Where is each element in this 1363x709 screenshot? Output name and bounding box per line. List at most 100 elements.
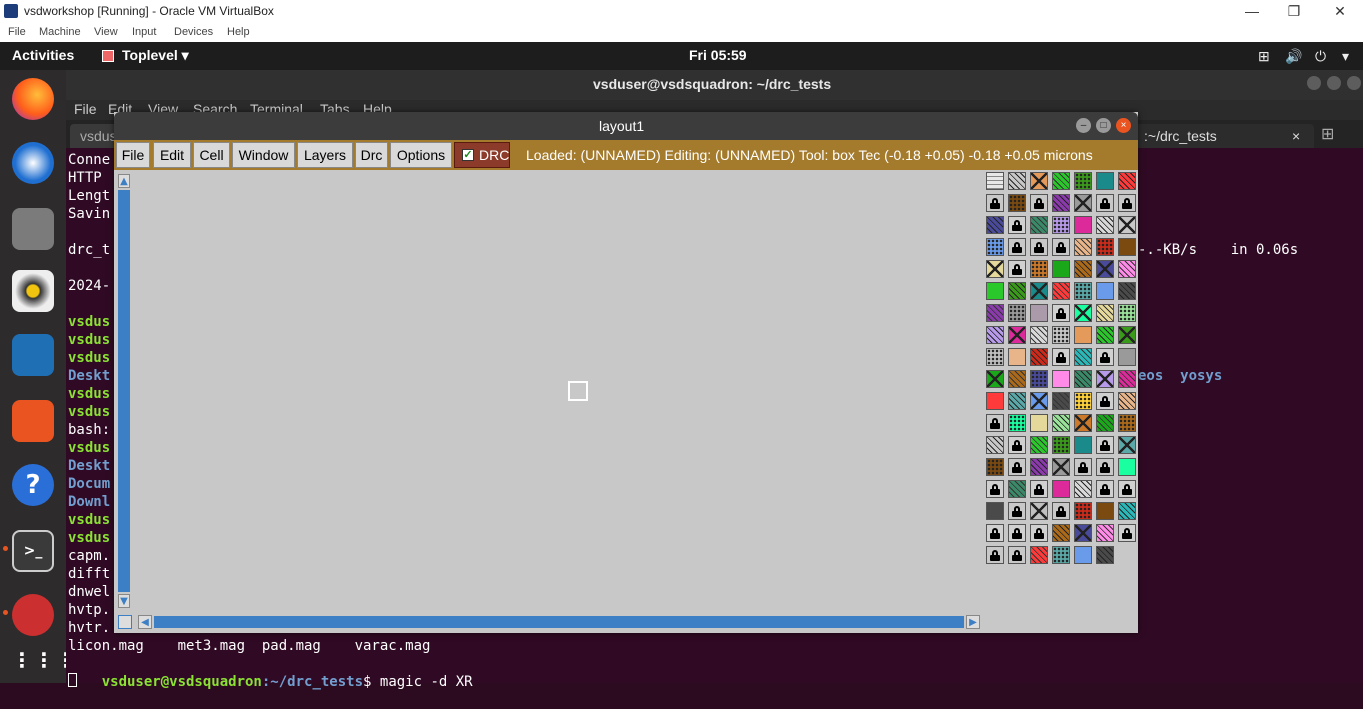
minimize-icon[interactable]: – (1076, 118, 1091, 133)
layer-swatch[interactable] (1052, 414, 1070, 432)
horizontal-scrollbar[interactable]: ◀ ▶ (116, 613, 982, 631)
stop-icon[interactable] (12, 594, 54, 636)
volume-icon[interactable]: 🔊 (1285, 48, 1302, 65)
layer-swatch[interactable] (1008, 370, 1026, 388)
vertical-scrollbar[interactable]: ▲ ▼ (116, 170, 132, 610)
horizontal-scroll-track[interactable] (154, 616, 964, 628)
layer-swatch[interactable] (1052, 458, 1070, 476)
layer-swatch[interactable] (1074, 414, 1092, 432)
layer-swatch[interactable] (986, 436, 1004, 454)
layer-swatch[interactable] (1052, 546, 1070, 564)
maximize-icon[interactable] (1327, 76, 1341, 90)
layer-swatch[interactable] (1096, 194, 1114, 212)
layer-swatch[interactable] (1052, 524, 1070, 542)
zoom-box-icon[interactable] (118, 615, 132, 629)
layer-swatch[interactable] (1052, 304, 1070, 322)
menu-window[interactable]: Window (232, 142, 295, 168)
layer-swatch[interactable] (1096, 546, 1114, 564)
activities-button[interactable]: Activities (12, 47, 74, 63)
layer-swatch[interactable] (1030, 260, 1048, 278)
menu-file[interactable]: File (116, 142, 150, 168)
layer-swatch[interactable] (986, 546, 1004, 564)
terminal-tab-2[interactable]: :~/drc_tests × (1134, 124, 1314, 148)
restore-button[interactable]: ❐ (1271, 0, 1317, 24)
rhythmbox-icon[interactable] (12, 270, 54, 312)
layer-swatch[interactable] (1096, 326, 1114, 344)
menu-cell[interactable]: Cell (193, 142, 230, 168)
vbox-menu-machine[interactable]: Machine (39, 26, 81, 38)
layer-swatch[interactable] (1008, 414, 1026, 432)
layer-swatch[interactable] (1118, 326, 1136, 344)
layer-swatch[interactable] (1052, 348, 1070, 366)
layer-swatch[interactable] (986, 502, 1004, 520)
layer-swatch[interactable] (1008, 304, 1026, 322)
layer-swatch[interactable] (986, 282, 1004, 300)
layer-swatch[interactable] (1008, 392, 1026, 410)
vbox-menu-input[interactable]: Input (132, 26, 156, 38)
layer-swatch[interactable] (1074, 172, 1092, 190)
layer-swatch[interactable] (1030, 304, 1048, 322)
layer-swatch[interactable] (1008, 238, 1026, 256)
layer-swatch[interactable] (1052, 282, 1070, 300)
layer-swatch[interactable] (1052, 502, 1070, 520)
scroll-right-arrow[interactable]: ▶ (966, 615, 980, 629)
vertical-scroll-track[interactable] (118, 190, 130, 592)
vbox-menu-devices[interactable]: Devices (174, 26, 213, 38)
layer-swatch[interactable] (1008, 216, 1026, 234)
layer-swatch[interactable] (1008, 436, 1026, 454)
layer-swatch[interactable] (1008, 172, 1026, 190)
layer-swatch[interactable] (1118, 414, 1136, 432)
layer-swatch[interactable] (1030, 238, 1048, 256)
layer-swatch[interactable] (1030, 216, 1048, 234)
layer-swatch[interactable] (1096, 172, 1114, 190)
layer-swatch[interactable] (1074, 524, 1092, 542)
term-menu-file[interactable]: File (74, 101, 97, 117)
layer-swatch[interactable] (1096, 348, 1114, 366)
layer-swatch[interactable] (1030, 458, 1048, 476)
layer-swatch[interactable] (1008, 480, 1026, 498)
layer-swatch[interactable] (986, 414, 1004, 432)
layer-swatch[interactable] (1052, 436, 1070, 454)
files-icon[interactable] (12, 208, 54, 250)
layer-swatch[interactable] (986, 480, 1004, 498)
vbox-menu-file[interactable]: File (8, 26, 26, 38)
layer-swatch[interactable] (1096, 436, 1114, 454)
layer-swatch[interactable] (1030, 348, 1048, 366)
layer-swatch[interactable] (1030, 282, 1048, 300)
layer-swatch[interactable] (1030, 172, 1048, 190)
menu-options[interactable]: Options (390, 142, 452, 168)
layer-swatch[interactable] (1052, 194, 1070, 212)
layer-swatch[interactable] (1008, 326, 1026, 344)
drc-toggle[interactable]: ✓ DRC (454, 142, 510, 168)
layer-swatch[interactable] (1074, 392, 1092, 410)
layer-swatch[interactable] (1052, 238, 1070, 256)
layer-swatch[interactable] (1030, 392, 1048, 410)
layer-swatch[interactable] (1008, 458, 1026, 476)
layer-swatch[interactable] (1074, 326, 1092, 344)
layer-swatch[interactable] (1118, 370, 1136, 388)
layer-swatch[interactable] (1030, 370, 1048, 388)
layer-swatch[interactable] (1030, 524, 1048, 542)
layer-swatch[interactable] (986, 304, 1004, 322)
vbox-menu-help[interactable]: Help (227, 26, 250, 38)
layer-swatch[interactable] (986, 216, 1004, 234)
layer-swatch[interactable] (1074, 304, 1092, 322)
layer-swatch[interactable] (1052, 480, 1070, 498)
network-icon[interactable]: ⊞ (1258, 48, 1270, 65)
layer-swatch[interactable] (1118, 194, 1136, 212)
layer-swatch[interactable] (1074, 216, 1092, 234)
layer-swatch[interactable] (1096, 502, 1114, 520)
layer-swatch[interactable] (1030, 546, 1048, 564)
layer-swatch[interactable] (1118, 260, 1136, 278)
layer-swatch[interactable] (1118, 238, 1136, 256)
layer-swatch[interactable] (1096, 458, 1114, 476)
layer-swatch[interactable] (1074, 282, 1092, 300)
layer-swatch[interactable] (986, 260, 1004, 278)
terminal-icon[interactable]: >_ (12, 530, 54, 572)
layer-swatch[interactable] (986, 392, 1004, 410)
layer-swatch[interactable] (1074, 480, 1092, 498)
layer-swatch[interactable] (986, 370, 1004, 388)
layer-swatch[interactable] (1008, 502, 1026, 520)
layer-swatch[interactable] (1008, 282, 1026, 300)
layer-swatch[interactable] (1096, 414, 1114, 432)
